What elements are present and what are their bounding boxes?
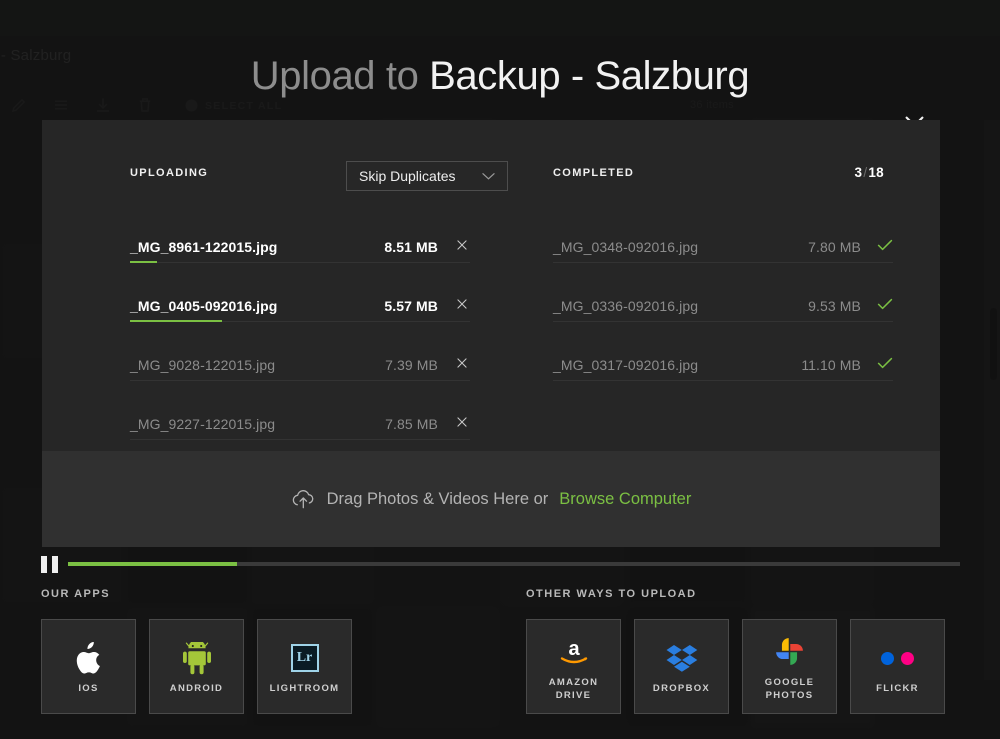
cancel-upload-button[interactable] xyxy=(454,355,470,371)
drag-drop-text: Drag Photos & Videos Here or xyxy=(327,490,549,509)
file-size: 7.39 MB xyxy=(385,357,438,373)
file-name: _MG_8961-122015.jpg xyxy=(130,239,384,255)
cancel-upload-button[interactable] xyxy=(454,237,470,253)
flickr-icon xyxy=(881,638,914,678)
our-apps-label: OUR APPS xyxy=(41,588,110,600)
file-name: _MG_0348-092016.jpg xyxy=(553,239,808,255)
other-ways-label: OTHER WAYS TO UPLOAD xyxy=(526,588,697,600)
app-tile-ios[interactable]: IOS xyxy=(41,619,136,714)
close-icon xyxy=(455,415,469,429)
svg-text:a: a xyxy=(568,638,580,660)
android-icon xyxy=(182,642,212,675)
tile-label: FLICKR xyxy=(876,682,919,695)
service-tile-amazon-drive[interactable]: a AMAZON DRIVE xyxy=(526,619,621,714)
file-name: _MG_9028-122015.jpg xyxy=(130,357,385,373)
file-row: _MG_0317-092016.jpg11.10 MB xyxy=(553,322,893,381)
pause-icon-bar-right xyxy=(52,556,58,573)
page-title: Upload to Backup - Salzburg xyxy=(0,46,1000,106)
drag-drop-zone[interactable]: Drag Photos & Videos Here or Browse Comp… xyxy=(42,451,940,547)
service-tile-flickr[interactable]: FLICKR xyxy=(850,619,945,714)
file-name: _MG_9227-122015.jpg xyxy=(130,416,385,432)
close-icon xyxy=(455,238,469,252)
modal-header: Upload to Backup - Salzburg xyxy=(0,46,1000,112)
apple-icon xyxy=(75,642,103,675)
file-row: _MG_9227-122015.jpg7.85 MB xyxy=(130,381,470,440)
file-row: _MG_9028-122015.jpg7.39 MB xyxy=(130,322,470,381)
global-progress-track xyxy=(68,562,960,566)
file-complete-check xyxy=(877,296,893,312)
amazon-icon: a xyxy=(557,632,591,672)
completed-column: COMPLETED 3/18 _MG_0348-092016.jpg7.80 M… xyxy=(512,120,912,451)
google-photos-icon xyxy=(774,636,805,667)
google-photos-icon xyxy=(774,632,805,672)
file-name: _MG_0317-092016.jpg xyxy=(553,357,801,373)
file-size: 7.80 MB xyxy=(808,239,861,255)
global-progress-fill xyxy=(68,562,237,566)
cloud-upload-icon xyxy=(291,490,316,509)
dropbox-icon xyxy=(666,644,698,673)
completed-count-total: 18 xyxy=(868,165,884,180)
cancel-upload-button[interactable] xyxy=(454,414,470,430)
file-size: 5.57 MB xyxy=(384,298,438,314)
uploading-column: UPLOADING Skip Duplicates _MG_8961-12201… xyxy=(89,120,489,451)
duplicate-handling-value: Skip Duplicates xyxy=(359,168,482,184)
file-size: 11.10 MB xyxy=(801,357,861,373)
app-tile-android[interactable]: ANDROID xyxy=(149,619,244,714)
file-complete-check xyxy=(877,237,893,253)
browse-computer-link[interactable]: Browse Computer xyxy=(559,490,691,509)
android-icon xyxy=(182,638,212,678)
completed-heading: COMPLETED xyxy=(553,167,634,179)
file-row: _MG_0405-092016.jpg5.57 MB xyxy=(130,263,470,322)
page-title-prefix: Upload to xyxy=(251,54,429,98)
page-title-main: Backup - Salzburg xyxy=(429,54,749,98)
dropbox-icon xyxy=(666,638,698,678)
tile-label: IOS xyxy=(78,682,98,695)
our-apps-tiles: IOS ANDROID Lr LIGHTROOM xyxy=(41,619,352,714)
chevron-down-icon xyxy=(482,172,495,181)
completed-counter: 3/18 xyxy=(855,165,885,180)
bottom-section: OUR APPS OTHER WAYS TO UPLOAD IOS ANDROI… xyxy=(0,547,1000,739)
other-ways-tiles: a AMAZON DRIVE DROPBOX GOOGLE PHOTOS FLIC… xyxy=(526,619,945,714)
file-size: 8.51 MB xyxy=(384,239,438,255)
amazon-icon: a xyxy=(557,637,591,667)
check-icon xyxy=(877,356,893,370)
apple-icon xyxy=(75,638,103,678)
service-tile-google-photos[interactable]: GOOGLE PHOTOS xyxy=(742,619,837,714)
check-icon xyxy=(877,238,893,252)
upload-panel: UPLOADING Skip Duplicates _MG_8961-12201… xyxy=(42,120,940,451)
flickr-icon xyxy=(881,652,914,665)
close-icon xyxy=(455,297,469,311)
service-tile-dropbox[interactable]: DROPBOX xyxy=(634,619,729,714)
tile-label: AMAZON DRIVE xyxy=(549,676,599,702)
tile-label: GOOGLE PHOTOS xyxy=(765,676,815,702)
cancel-upload-button[interactable] xyxy=(454,296,470,312)
pause-icon-bar-left xyxy=(41,556,47,573)
tile-label: DROPBOX xyxy=(653,682,710,695)
file-row: _MG_8961-122015.jpg8.51 MB xyxy=(130,204,470,263)
close-icon xyxy=(455,356,469,370)
lightroom-icon: Lr xyxy=(291,644,319,672)
completed-file-list: _MG_0348-092016.jpg7.80 MB_MG_0336-09201… xyxy=(553,204,893,381)
file-size: 9.53 MB xyxy=(808,298,861,314)
file-name: _MG_0336-092016.jpg xyxy=(553,298,808,314)
uploading-file-list: _MG_8961-122015.jpg8.51 MB_MG_0405-09201… xyxy=(130,204,470,440)
file-size: 7.85 MB xyxy=(385,416,438,432)
tile-label: LIGHTROOM xyxy=(270,682,340,695)
duplicate-handling-select[interactable]: Skip Duplicates xyxy=(346,161,508,191)
pause-upload-button[interactable] xyxy=(41,556,59,573)
app-tile-lightroom[interactable]: Lr LIGHTROOM xyxy=(257,619,352,714)
tile-label: ANDROID xyxy=(170,682,223,695)
file-complete-check xyxy=(877,355,893,371)
lightroom-icon: Lr xyxy=(291,638,319,678)
file-row: _MG_0336-092016.jpg9.53 MB xyxy=(553,263,893,322)
file-name: _MG_0405-092016.jpg xyxy=(130,298,384,314)
uploading-heading: UPLOADING xyxy=(130,167,208,179)
check-icon xyxy=(877,297,893,311)
file-row: _MG_0348-092016.jpg7.80 MB xyxy=(553,204,893,263)
